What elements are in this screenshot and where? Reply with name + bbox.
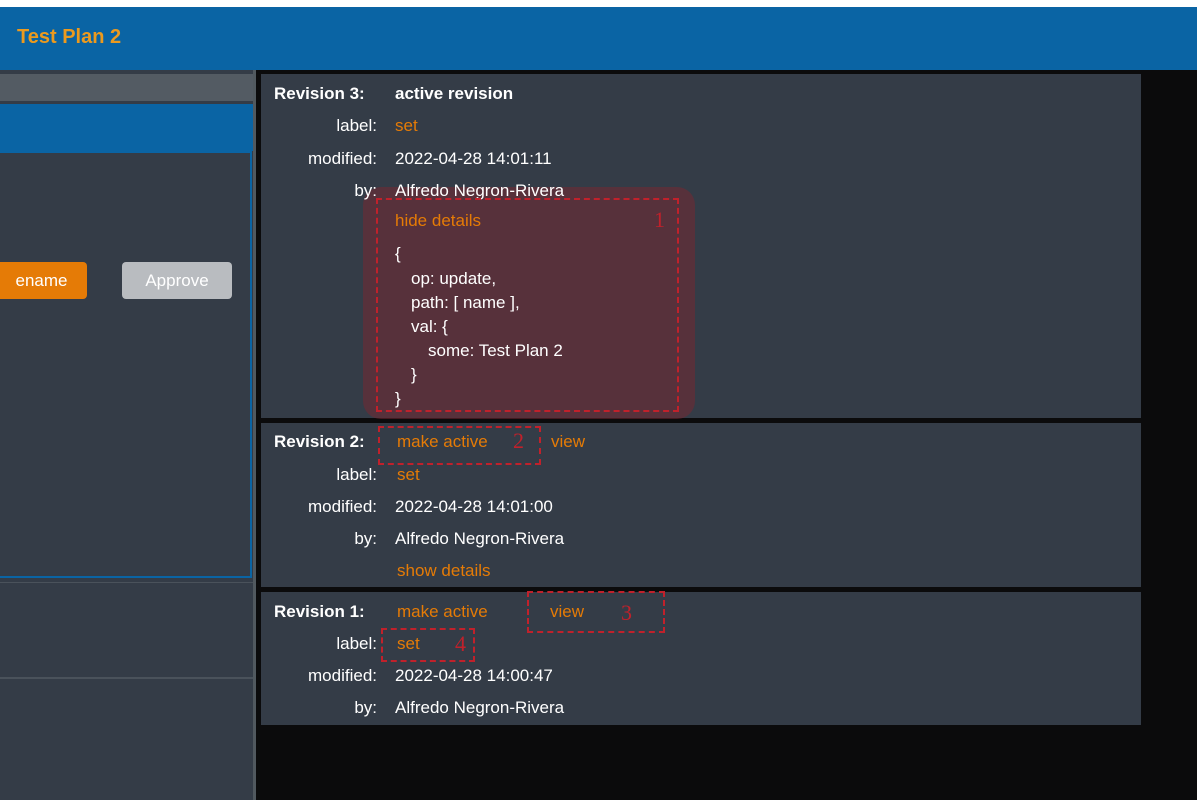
- revision-3-modified-key: modified:: [308, 149, 377, 168]
- title-bar: Test Plan 2: [0, 0, 1197, 70]
- revision-1-modified-value: 2022-04-28 14:00:47: [395, 666, 553, 685]
- show-details-link[interactable]: show details: [397, 560, 491, 582]
- left-panel-selected-box: [0, 151, 252, 578]
- revision-1-make-active-link[interactable]: make active: [397, 601, 488, 623]
- revision-3-modified-value: 2022-04-28 14:01:11: [395, 149, 552, 168]
- revision-1-by-key: by:: [354, 698, 377, 717]
- divider: [0, 582, 253, 583]
- revision-1-by-value: Alfredo Negron-Rivera: [395, 698, 565, 717]
- annotation-box-3: [527, 591, 665, 633]
- approve-button[interactable]: Approve: [122, 262, 232, 299]
- left-panel: ename Approve: [0, 70, 256, 800]
- annotation-number-4: 4: [455, 631, 466, 656]
- revision-2-view-link[interactable]: view: [551, 431, 585, 453]
- revision-2-set-label-link[interactable]: set: [397, 464, 420, 486]
- revision-1-modified-key: modified:: [308, 666, 377, 685]
- revision-3-header: Revision 3:: [274, 84, 365, 103]
- revision-2-by-value: Alfredo Negron-Rivera: [395, 529, 565, 548]
- revision-3-label-key: label:: [336, 116, 377, 135]
- left-panel-header: [0, 74, 253, 101]
- revision-2-by-key: by:: [354, 529, 377, 548]
- revision-3-by-key: by:: [354, 181, 377, 200]
- revision-1-header: Revision 1:: [274, 602, 365, 621]
- revision-2-modified-key: modified:: [308, 497, 377, 516]
- annotation-number-2: 2: [513, 428, 524, 453]
- revision-3-status: active revision: [395, 84, 514, 103]
- revision-2-modified-value: 2022-04-28 14:01:00: [395, 497, 553, 516]
- annotation-box-1: [376, 198, 679, 412]
- page-title: Test Plan 2: [17, 26, 122, 48]
- left-panel-selected-bar: [0, 104, 253, 151]
- annotation-number-3: 3: [621, 600, 632, 625]
- revision-3-set-label-link[interactable]: set: [395, 115, 418, 137]
- rename-button[interactable]: ename: [0, 262, 87, 299]
- annotation-number-1: 1: [654, 207, 665, 232]
- revision-2-header: Revision 2:: [274, 432, 365, 451]
- divider: [0, 677, 253, 679]
- revision-2-label-key: label:: [336, 465, 377, 484]
- revision-1-label-key: label:: [336, 634, 377, 653]
- top-strip: [0, 0, 1197, 7]
